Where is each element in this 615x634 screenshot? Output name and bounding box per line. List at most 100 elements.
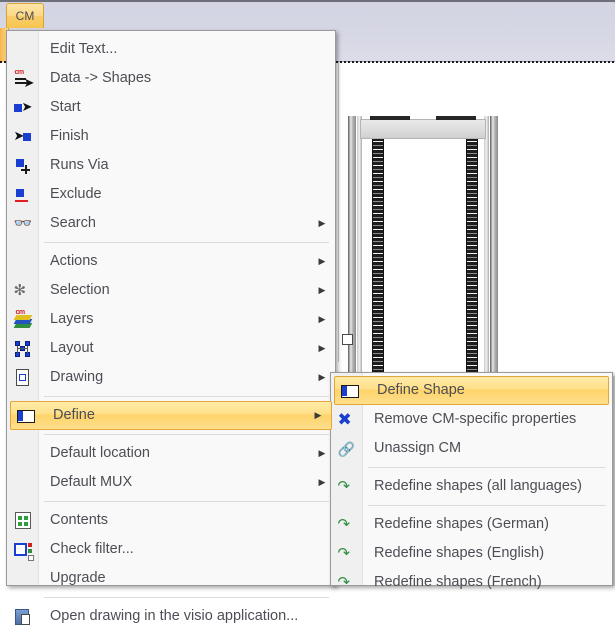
selection-icon: ✻: [13, 281, 27, 299]
menu-item-runs-via[interactable]: Runs Via: [7, 151, 335, 180]
menu-item-data-shapes[interactable]: cm ➤ Data -> Shapes: [7, 64, 335, 93]
selection-handle-left-middle[interactable]: [342, 334, 353, 345]
menu-item-start-label: Start: [50, 99, 81, 115]
ribbon-tab-cm-label: CM: [15, 9, 35, 23]
menu-item-contents[interactable]: Contents: [7, 506, 335, 535]
submenu-item-redefine-shapes-german-label: Redefine shapes (German): [374, 516, 549, 532]
ribbon-tab-cm[interactable]: CM: [6, 3, 44, 28]
chevron-right-icon: ▶: [318, 477, 326, 487]
menu-item-data-shapes-label: Data -> Shapes: [50, 70, 152, 86]
menu-item-runs-via-label: Runs Via: [50, 157, 109, 173]
no-icon: [7, 564, 38, 593]
start-icon: ➤: [7, 93, 38, 122]
menu-item-search[interactable]: 👓 Search ▶: [7, 209, 335, 238]
chevron-right-icon: ▶: [318, 314, 326, 324]
unassign-icon: 🔗: [337, 440, 355, 457]
define-icon: [10, 401, 41, 430]
drawing-icon: [7, 363, 38, 392]
menu-item-start[interactable]: ➤ Start: [7, 93, 335, 122]
no-icon: [7, 247, 38, 276]
menu-item-actions[interactable]: Actions ▶: [7, 247, 335, 276]
menu-item-define-label: Define: [53, 407, 95, 423]
submenu-item-redefine-shapes-french-label: Redefine shapes (French): [374, 574, 542, 590]
cm-context-menu: Edit Text... cm ➤ Data -> Shapes ➤ Start ➤ Fini…: [6, 30, 336, 625]
layout-icon: [7, 334, 38, 363]
menu-item-separator: [44, 242, 329, 243]
finish-icon: ➤: [7, 122, 38, 151]
submenu-item-separator: [368, 467, 606, 468]
submenu-item-redefine-shapes-all-languages-label: Redefine shapes (all languages): [374, 478, 582, 494]
submenu-item-redefine-shapes-german[interactable]: ↷ Redefine shapes (German): [331, 510, 612, 539]
submenu-item-redefine-shapes-all-languages[interactable]: ↷ Redefine shapes (all languages): [331, 472, 612, 501]
contents-icon: [7, 506, 38, 535]
menu-item-default-location[interactable]: Default location ▶: [7, 439, 335, 468]
check-filter-icon: [7, 535, 38, 564]
menu-item-open-drawing-in-the-visio-application[interactable]: Open drawing in the visio application...: [7, 602, 335, 631]
menu-item-drawing[interactable]: Drawing ▶: [7, 363, 335, 392]
menu-item-check-filter[interactable]: Check filter...: [7, 535, 335, 564]
menu-item-selection[interactable]: ✻ Selection ▶: [7, 276, 335, 305]
chevron-right-icon: ▶: [318, 372, 326, 382]
menu-item-separator: [44, 501, 329, 502]
menu-item-finish-label: Finish: [50, 128, 89, 144]
menu-item-default-mux-label: Default MUX: [50, 474, 133, 490]
chevron-right-icon: ▶: [318, 256, 326, 266]
menu-item-contents-label: Contents: [50, 512, 109, 528]
no-icon: [7, 468, 38, 497]
define-submenu-item-list: Define Shape ✖ Remove CM-specific properti…: [331, 373, 612, 600]
no-icon: [7, 35, 38, 64]
submenu-item-redefine-shapes-english[interactable]: ↷ Redefine shapes (English): [331, 539, 612, 568]
menu-item-exclude-label: Exclude: [50, 186, 102, 202]
runs-via-icon: [7, 151, 38, 180]
menu-item-edit-text[interactable]: Edit Text...: [7, 35, 335, 64]
submenu-item-unassign-cm[interactable]: 🔗 Unassign CM: [331, 434, 612, 463]
menu-item-actions-label: Actions: [50, 253, 98, 269]
submenu-item-unassign-cm-label: Unassign CM: [374, 440, 462, 456]
menu-item-open-drawing-in-the-visio-application-label: Open drawing in the visio application...: [50, 608, 299, 624]
chevron-right-icon: ▶: [318, 343, 326, 353]
submenu-item-separator: [368, 505, 606, 506]
menu-item-finish[interactable]: ➤ Finish: [7, 122, 335, 151]
submenu-item-define-shape-label: Define Shape: [377, 382, 465, 398]
menu-item-layout[interactable]: Layout ▶: [7, 334, 335, 363]
submenu-item-redefine-shapes-english-label: Redefine shapes (English): [374, 545, 545, 561]
rack-top-cap: [360, 119, 486, 139]
submenu-item-define-shape[interactable]: Define Shape: [334, 376, 609, 405]
menu-item-layout-label: Layout: [50, 340, 94, 356]
submenu-item-redefine-shapes-french[interactable]: ↷ Redefine shapes (French): [331, 568, 612, 597]
submenu-item-remove-cm-specific-properties-label: Remove CM-specific properties: [374, 411, 577, 427]
cm-data-shapes-icon: cm ➤: [14, 68, 35, 91]
menu-item-edit-text-label: Edit Text...: [50, 41, 118, 57]
chevron-right-icon: ▶: [314, 410, 322, 420]
define-submenu: Define Shape ✖ Remove CM-specific properti…: [330, 372, 613, 591]
redo-icon: ↷: [337, 515, 351, 533]
submenu-item-remove-cm-specific-properties[interactable]: ✖ Remove CM-specific properties: [331, 405, 612, 434]
chevron-right-icon: ▶: [318, 218, 326, 228]
layers-icon: cm: [7, 305, 38, 334]
menu-item-upgrade[interactable]: Upgrade: [7, 564, 335, 593]
menu-item-upgrade-label: Upgrade: [50, 570, 106, 586]
menu-item-separator: [44, 597, 329, 598]
chevron-right-icon: ▶: [318, 285, 326, 295]
menu-item-layers[interactable]: cm Layers ▶: [7, 305, 335, 334]
redo-icon: ↷: [337, 477, 351, 495]
menu-item-define[interactable]: Define ▶: [10, 401, 332, 430]
redo-icon: ↷: [337, 544, 351, 562]
menu-item-drawing-label: Drawing: [50, 369, 104, 385]
menu-item-default-mux[interactable]: Default MUX ▶: [7, 468, 335, 497]
menu-item-exclude[interactable]: Exclude: [7, 180, 335, 209]
menu-item-layers-label: Layers: [50, 311, 94, 327]
rack-top-bar-left: [370, 116, 410, 120]
canvas-vertical-guide: [338, 62, 339, 362]
menu-item-separator: [44, 434, 329, 435]
exclude-icon: [7, 180, 38, 209]
menu-item-default-location-label: Default location: [50, 445, 150, 461]
rack-top-bar-right: [436, 116, 476, 120]
remove-x-icon: ✖: [337, 409, 352, 429]
window-top-edge: [0, 0, 615, 2]
binoculars-icon: 👓: [13, 214, 33, 232]
context-menu-item-list: Edit Text... cm ➤ Data -> Shapes ➤ Start ➤ Fini…: [7, 31, 335, 634]
redo-icon: ↷: [337, 573, 351, 591]
visio-icon: [7, 602, 38, 631]
menu-item-check-filter-label: Check filter...: [50, 541, 134, 557]
